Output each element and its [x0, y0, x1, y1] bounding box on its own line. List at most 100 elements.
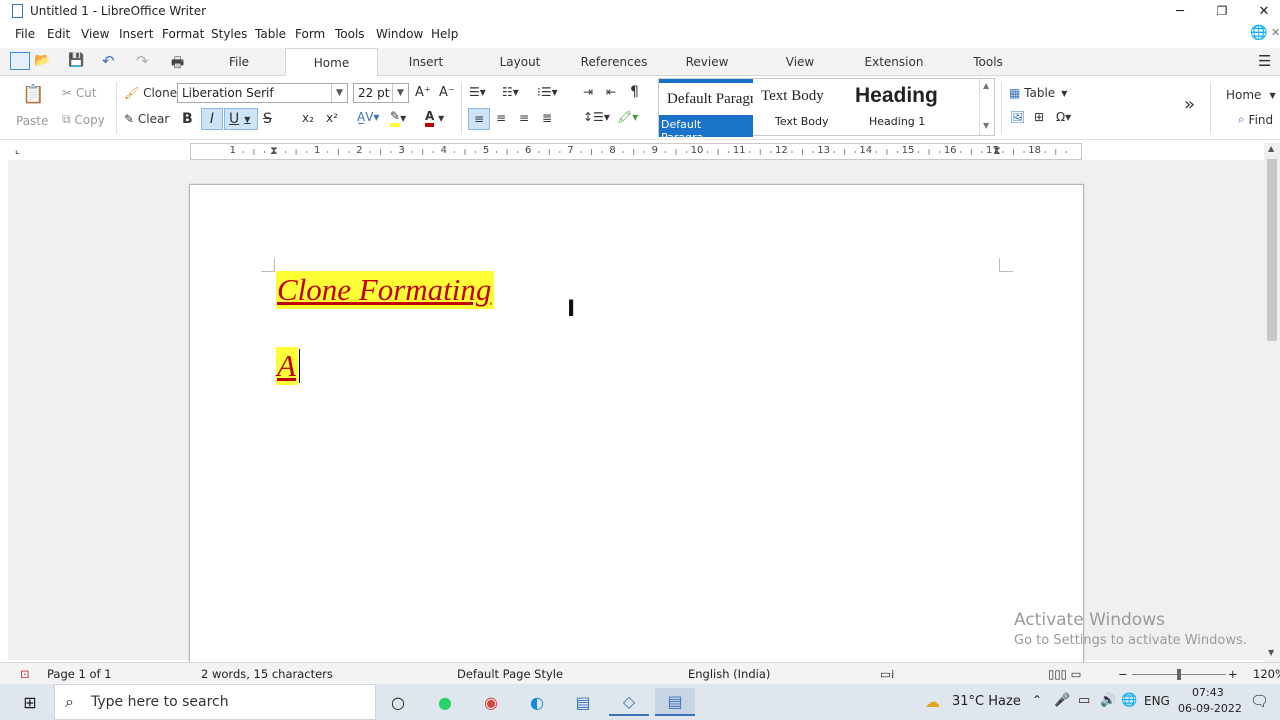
selection-mode-icon[interactable]: ▭⁞ — [880, 667, 895, 681]
superscript-button[interactable]: x² — [326, 111, 338, 125]
print-icon[interactable]: 🖶 — [171, 52, 184, 76]
zoom-slider-thumb[interactable] — [1177, 669, 1181, 680]
style-text-body[interactable]: Text Body Text Body — [753, 79, 847, 135]
writer-taskbar-icon[interactable]: ▤ — [655, 688, 695, 716]
chevron-down-icon[interactable]: ▼ — [244, 115, 250, 124]
shrink-font-icon[interactable]: A⁻ — [439, 85, 455, 100]
word-count[interactable]: 2 words, 15 characters — [201, 667, 333, 681]
tab-review[interactable]: Review — [662, 48, 752, 76]
taskbar-search[interactable]: ⌕ Type here to search — [54, 684, 376, 720]
scroll-down-icon[interactable]: ▼ — [1268, 648, 1274, 657]
battery-icon[interactable]: ▭ — [1078, 693, 1090, 708]
clock-date[interactable]: 06-09-2022 — [1178, 702, 1242, 715]
chevron-down-icon[interactable]: ▼ — [392, 84, 408, 102]
edge-icon[interactable]: ◐ — [517, 688, 557, 716]
menu-help[interactable]: Help — [431, 27, 458, 41]
character-spacing-icon[interactable]: A̲V▾ — [357, 110, 379, 124]
right-indent-marker-icon[interactable]: ⧗ — [993, 144, 1001, 158]
zoom-in-icon[interactable]: + — [1228, 667, 1238, 681]
save-icon[interactable]: 💾 — [68, 53, 84, 68]
tab-file[interactable]: File — [195, 48, 283, 76]
page-break-icon[interactable]: ⊞ — [1034, 110, 1044, 124]
underline-button[interactable]: U ▼ — [224, 108, 258, 130]
chevron-up-icon[interactable]: ▲ — [983, 81, 989, 90]
network-icon[interactable]: 🌐 — [1121, 693, 1137, 708]
align-center-icon[interactable]: ≡ — [496, 111, 506, 125]
clone-formatting-button[interactable]: 🖌 Clone — [124, 86, 177, 100]
volume-icon[interactable]: 🔊 — [1100, 693, 1116, 708]
menu-table[interactable]: Table — [255, 27, 286, 41]
language-indicator[interactable]: ENG — [1144, 694, 1170, 708]
outline-icon[interactable]: ⁝☰▾ — [537, 85, 558, 99]
tab-insert[interactable]: Insert — [380, 48, 472, 76]
font-color-icon[interactable]: A ▾ — [425, 109, 444, 127]
gallery-scrollbar[interactable]: ▲ ▼ — [979, 79, 994, 135]
increase-indent-icon[interactable]: ⇥ — [583, 85, 593, 99]
whatsapp-icon[interactable]: ● — [425, 688, 465, 716]
view-layout-icon[interactable]: ▯▯▯ ▭ — [1048, 667, 1082, 681]
tab-home[interactable]: Home — [285, 48, 378, 77]
tab-view[interactable]: View — [754, 48, 846, 76]
cortana-icon[interactable]: ○ — [378, 688, 418, 716]
close-button[interactable]: ✕ — [1242, 0, 1280, 22]
page-count[interactable]: Page 1 of 1 — [47, 667, 112, 681]
home-dropdown[interactable]: Home ▼ — [1226, 88, 1276, 102]
align-right-icon[interactable]: ≡ — [519, 111, 529, 125]
indent-marker-icon[interactable]: ⧗ — [270, 144, 278, 158]
page-style[interactable]: Default Page Style — [457, 667, 563, 681]
font-size-field[interactable]: 22 pt ▼ — [353, 83, 409, 103]
style-heading-1[interactable]: Heading Heading 1 — [847, 79, 977, 135]
menu-form[interactable]: Form — [295, 27, 325, 41]
globe-icon[interactable]: 🌐 — [1250, 25, 1267, 41]
open-icon[interactable]: 📂 — [34, 53, 50, 68]
scroll-thumb[interactable] — [1267, 159, 1277, 341]
doc-text-line[interactable]: Clone Formating — [276, 271, 495, 309]
tab-extension[interactable]: Extension — [848, 48, 940, 76]
scroll-up-icon[interactable]: ▲ — [1268, 144, 1274, 153]
menu-file[interactable]: File — [15, 27, 35, 41]
style-default-paragraph[interactable]: Default Paragr Default Paragra... — [659, 79, 753, 144]
menu-styles[interactable]: Styles — [211, 27, 247, 41]
justify-icon[interactable]: ≣ — [542, 111, 552, 125]
subscript-button[interactable]: x₂ — [302, 111, 314, 125]
cut-button[interactable]: ✂ Cut — [62, 86, 97, 100]
decrease-indent-icon[interactable]: ⇤ — [606, 85, 616, 99]
menu-format[interactable]: Format — [162, 27, 204, 41]
chrome-icon[interactable]: ◉ — [471, 688, 511, 716]
table-button[interactable]: ▦ Table ▼ — [1009, 86, 1067, 100]
menu-edit[interactable]: Edit — [47, 27, 70, 41]
paragraph-background-icon[interactable]: 🖍▾ — [617, 110, 638, 124]
tab-references[interactable]: References — [568, 48, 660, 76]
menu-window[interactable]: Window — [376, 27, 423, 41]
menu-view[interactable]: View — [81, 27, 109, 41]
weather-icon[interactable]: ☁ — [925, 693, 940, 711]
clear-formatting-button[interactable]: ✎ Clear — [124, 112, 169, 126]
microphone-icon[interactable]: 🎤 — [1054, 693, 1070, 708]
save-mode-icon[interactable] — [10, 52, 30, 70]
horizontal-ruler[interactable]: 1 1 2 3 4 5 6 7 8 9 10 11 12 13 14 15 16 17 18 ⧗ ⧗ — [190, 143, 1082, 160]
zoom-level[interactable]: 120% — [1253, 667, 1280, 681]
language[interactable]: English (India) — [688, 667, 770, 681]
menu-tools[interactable]: Tools — [335, 27, 365, 41]
formatting-marks-icon[interactable]: ¶ — [630, 84, 639, 100]
numbering-icon[interactable]: ☷▾ — [502, 85, 519, 99]
line-spacing-icon[interactable]: ↕☰▾ — [583, 110, 610, 124]
tab-layout[interactable]: Layout — [474, 48, 566, 76]
paste-button[interactable]: Paste — [16, 114, 48, 128]
find-button[interactable]: ⌕ Find — [1238, 112, 1273, 127]
zoom-out-icon[interactable]: − — [1118, 667, 1128, 681]
strikethrough-button[interactable]: S — [263, 111, 272, 127]
font-name-field[interactable]: Liberation Serif ▼ — [177, 83, 348, 103]
chevron-down-icon[interactable]: ▼ — [983, 121, 989, 130]
copy-button[interactable]: ⧉ Copy — [62, 112, 105, 127]
bold-button[interactable]: B — [182, 111, 193, 127]
menu-insert[interactable]: Insert — [119, 27, 153, 41]
redo-icon[interactable]: ↷ — [136, 52, 149, 70]
hamburger-menu-icon[interactable]: ☰ — [1258, 52, 1271, 70]
weather-text[interactable]: 31°C Haze — [952, 694, 1021, 709]
more-button[interactable]: » — [1184, 94, 1195, 115]
paste-icon[interactable]: 📋 — [22, 84, 44, 105]
grow-font-icon[interactable]: A⁺ — [415, 85, 431, 100]
special-character-icon[interactable]: Ω▾ — [1056, 110, 1071, 124]
undo-icon[interactable]: ↶ — [102, 52, 115, 70]
